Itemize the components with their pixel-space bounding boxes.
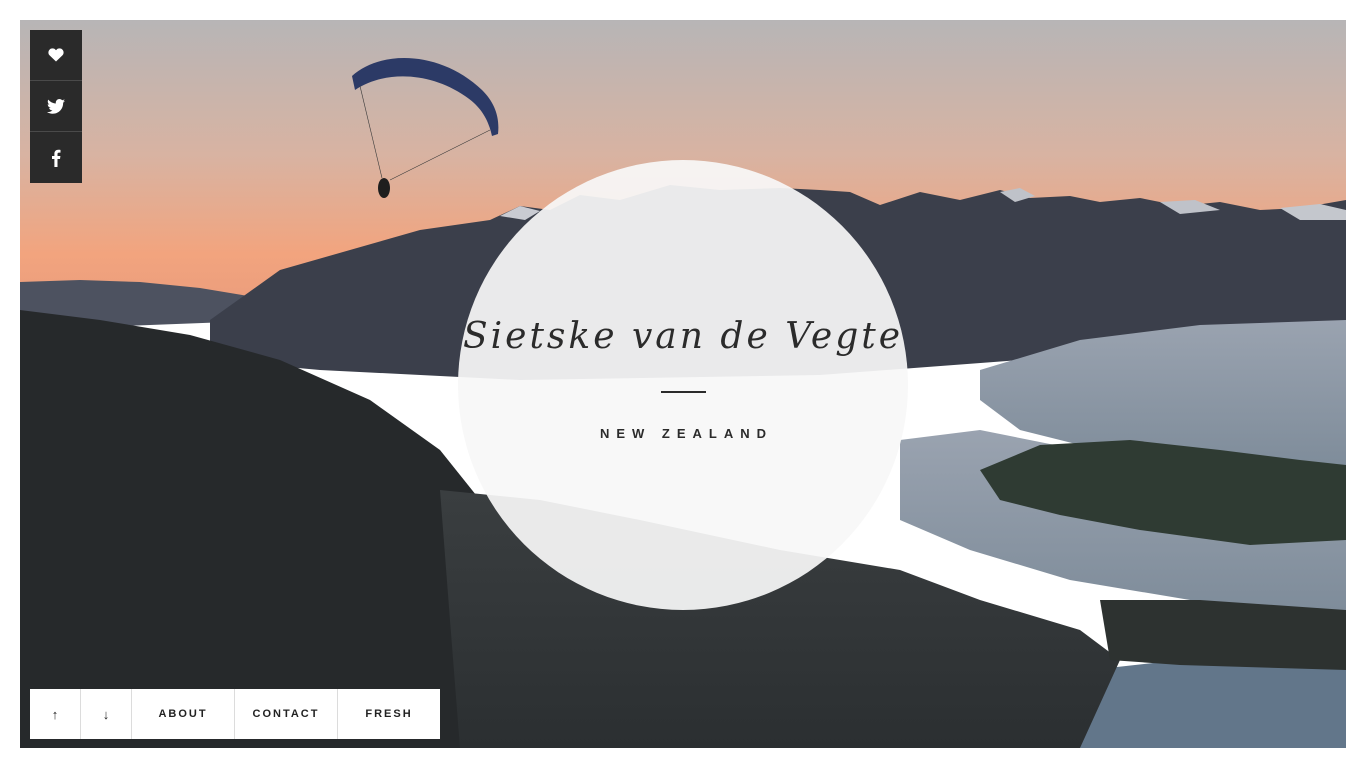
nav-contact[interactable]: CONTACT (235, 689, 338, 739)
nav-about[interactable]: ABOUT (132, 689, 235, 739)
nav-fresh[interactable]: FRESH (338, 689, 440, 739)
site-subtitle: NEW ZEALAND (599, 426, 774, 441)
bottom-nav: ↑ ↓ ABOUT CONTACT FRESH (30, 689, 440, 739)
facebook-icon (52, 149, 61, 167)
like-button[interactable] (30, 30, 82, 81)
heart-icon (48, 48, 64, 62)
title-divider (661, 391, 706, 393)
twitter-button[interactable] (30, 81, 82, 132)
twitter-icon (47, 98, 65, 114)
site-title: Sietske van de Vegte (462, 316, 904, 357)
title-circle: Sietske van de Vegte NEW ZEALAND (458, 160, 908, 610)
hero-section: Sietske van de Vegte NEW ZEALAND (20, 20, 1346, 748)
social-bar (30, 30, 82, 183)
scroll-up-button[interactable]: ↑ (30, 689, 81, 739)
facebook-button[interactable] (30, 132, 82, 183)
scroll-down-button[interactable]: ↓ (81, 689, 132, 739)
